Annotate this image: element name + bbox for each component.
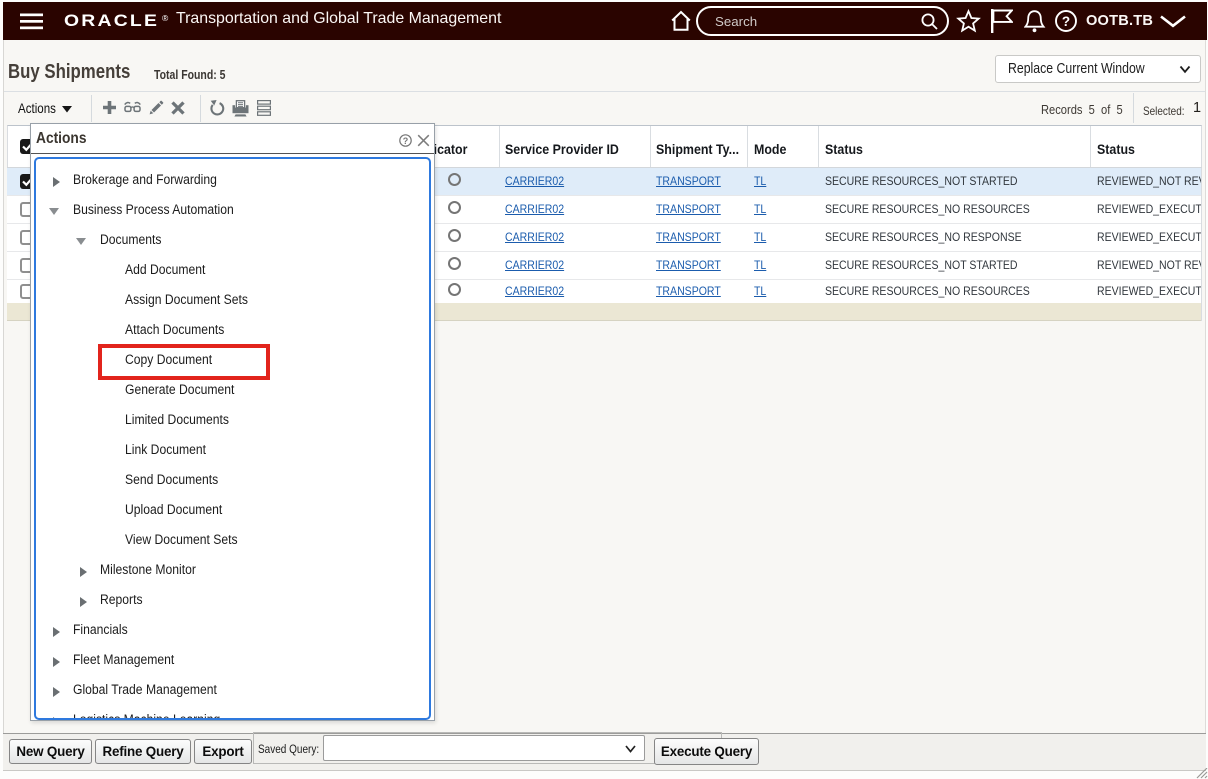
svg-text:?: ? (1062, 14, 1070, 29)
svg-text:?: ? (403, 136, 409, 146)
